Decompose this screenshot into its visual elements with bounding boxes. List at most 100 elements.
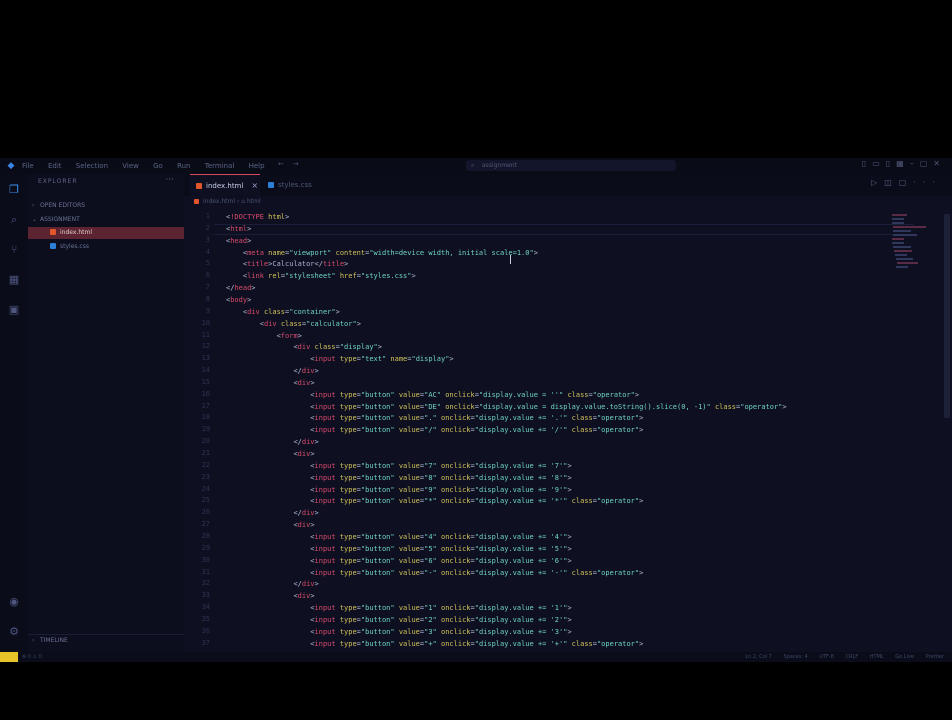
- search-icon[interactable]: ⌕: [6, 212, 22, 228]
- breadcrumb-element[interactable]: html: [247, 198, 261, 205]
- code-line[interactable]: <div class="display">: [226, 342, 382, 353]
- timeline-section[interactable]: › TIMELINE: [28, 634, 184, 646]
- line-number: 31: [201, 567, 210, 576]
- forward-arrow-icon[interactable]: →: [293, 160, 299, 168]
- minimize-icon[interactable]: –: [910, 159, 920, 168]
- code-line[interactable]: <input type="button" value="-" onclick="…: [226, 568, 643, 579]
- menu-file[interactable]: File: [22, 162, 34, 170]
- code-line[interactable]: </div>: [226, 579, 318, 590]
- back-arrow-icon[interactable]: ←: [278, 160, 284, 168]
- code-line[interactable]: <input type="button" value="AC" onclick=…: [226, 390, 639, 401]
- settings-gear-icon[interactable]: ⚙: [6, 624, 22, 640]
- code-line[interactable]: <div class="container">: [226, 307, 340, 318]
- prettier-status[interactable]: Prettier: [926, 654, 944, 660]
- encoding[interactable]: UTF-8: [819, 654, 834, 660]
- line-number: 36: [201, 626, 210, 635]
- file-label: styles.css: [60, 243, 89, 250]
- code-editor[interactable]: 1 <!DOCTYPE html> 2 <html> 3 <head> 4 <meta na…: [184, 212, 914, 652]
- timeline-label: TIMELINE: [40, 637, 68, 644]
- menu-bar: File Edit Selection View Go Run Terminal…: [22, 162, 277, 170]
- files-icon[interactable]: ❐: [6, 182, 22, 198]
- close-window-icon[interactable]: ✕: [933, 159, 946, 168]
- code-line[interactable]: <body>: [226, 295, 251, 306]
- code-line[interactable]: <input type="button" value="3" onclick="…: [226, 627, 571, 638]
- more-actions-icon[interactable]: ▢: [899, 178, 914, 187]
- code-line[interactable]: <input type="button" value="DE" onclick=…: [226, 402, 786, 413]
- code-line[interactable]: <input type="button" value="7" onclick="…: [226, 461, 571, 472]
- code-line[interactable]: <form>: [226, 331, 302, 342]
- minimap-line: [893, 230, 912, 232]
- code-line[interactable]: </div>: [226, 437, 318, 448]
- code-line[interactable]: </head>: [226, 283, 256, 294]
- file-styles-css[interactable]: styles.css: [28, 241, 184, 253]
- code-line[interactable]: <html>: [226, 224, 251, 235]
- remote-icon[interactable]: ▣: [6, 302, 22, 318]
- code-line[interactable]: <head>: [226, 236, 251, 247]
- code-line[interactable]: <input type="button" value="6" onclick="…: [226, 556, 571, 567]
- menu-selection[interactable]: Selection: [76, 162, 108, 170]
- minimap-line: [896, 258, 913, 260]
- layout-panel-icon[interactable]: ▭: [872, 159, 886, 168]
- extensions-icon[interactable]: ▦: [6, 272, 22, 288]
- file-index-html[interactable]: index.html: [28, 227, 184, 239]
- line-number: 35: [201, 614, 210, 623]
- split-editor-icon[interactable]: ◫: [884, 178, 899, 187]
- menu-help[interactable]: Help: [249, 162, 265, 170]
- code-line[interactable]: <title>Calculator</title>: [226, 259, 348, 270]
- line-number: 23: [201, 472, 210, 481]
- code-line[interactable]: <input type="button" value="/" onclick="…: [226, 425, 643, 436]
- code-line[interactable]: <div>: [226, 378, 314, 389]
- code-line[interactable]: <!DOCTYPE html>: [226, 212, 289, 223]
- remote-indicator[interactable]: [0, 652, 18, 662]
- problems-indicator[interactable]: ⊗ 0 ⚠ 0: [22, 652, 42, 662]
- menu-terminal[interactable]: Terminal: [205, 162, 235, 170]
- code-line[interactable]: <input type="button" value="5" onclick="…: [226, 544, 571, 555]
- code-line[interactable]: <input type="text" name="display">: [226, 354, 453, 365]
- layout-icon[interactable]: ▯: [862, 159, 872, 168]
- code-line[interactable]: <input type="button" value="*" onclick="…: [226, 496, 643, 507]
- code-line[interactable]: <div>: [226, 449, 314, 460]
- code-line[interactable]: <input type="button" value="9" onclick="…: [226, 485, 571, 496]
- menu-run[interactable]: Run: [177, 162, 190, 170]
- open-editors-section[interactable]: › OPEN EDITORS: [28, 200, 184, 212]
- tab-styles-css[interactable]: styles.css: [262, 174, 322, 196]
- code-line[interactable]: </div>: [226, 508, 318, 519]
- account-icon[interactable]: ◉: [6, 594, 22, 610]
- command-center-search[interactable]: ⌕ assignment: [466, 160, 676, 171]
- code-line[interactable]: <input type="button" value="1" onclick="…: [226, 603, 571, 614]
- line-ending[interactable]: CRLF: [846, 654, 859, 660]
- maximize-icon[interactable]: ▢: [920, 159, 934, 168]
- code-line[interactable]: <meta name="viewport" content="width=dev…: [226, 248, 538, 259]
- line-number: 13: [201, 354, 210, 363]
- cursor-position[interactable]: Ln 2, Col 7: [745, 654, 772, 660]
- code-line[interactable]: <div>: [226, 520, 314, 531]
- code-line[interactable]: <input type="button" value="2" onclick="…: [226, 615, 571, 626]
- breadcrumb-file[interactable]: index.html: [203, 198, 235, 205]
- vertical-scrollbar[interactable]: [944, 214, 950, 418]
- go-live-button[interactable]: Go Live: [895, 654, 914, 660]
- code-line[interactable]: <input type="button" value="4" onclick="…: [226, 532, 571, 543]
- code-line[interactable]: <link rel="stylesheet" href="styles.css"…: [226, 271, 416, 282]
- menu-view[interactable]: View: [122, 162, 139, 170]
- indentation[interactable]: Spaces: 4: [783, 654, 807, 660]
- customize-layout-icon[interactable]: ▦: [896, 159, 910, 168]
- code-line[interactable]: <div class="calculator">: [226, 319, 361, 330]
- code-line[interactable]: </div>: [226, 366, 318, 377]
- menu-edit[interactable]: Edit: [48, 162, 62, 170]
- folder-assignment[interactable]: ⌄ ASSIGNMENT: [28, 214, 184, 226]
- html-file-icon: [194, 199, 199, 204]
- tab-index-html[interactable]: index.html ×: [190, 174, 260, 196]
- menu-go[interactable]: Go: [153, 162, 163, 170]
- code-line[interactable]: <input type="button" value="+" onclick="…: [226, 639, 643, 650]
- language-mode[interactable]: HTML: [870, 654, 884, 660]
- source-control-icon[interactable]: ⑂: [6, 242, 22, 258]
- layout-sidebar-icon[interactable]: ▯: [886, 159, 896, 168]
- code-line[interactable]: <div>: [226, 591, 314, 602]
- close-icon[interactable]: ×: [251, 181, 258, 190]
- code-line[interactable]: <input type="button" value="." onclick="…: [226, 413, 643, 424]
- code-line[interactable]: <input type="button" value="8" onclick="…: [226, 473, 571, 484]
- ellipsis-icon[interactable]: ···: [913, 178, 942, 187]
- minimap[interactable]: [892, 212, 940, 272]
- run-icon[interactable]: ▷: [871, 178, 884, 187]
- more-actions-icon[interactable]: ···: [165, 175, 174, 185]
